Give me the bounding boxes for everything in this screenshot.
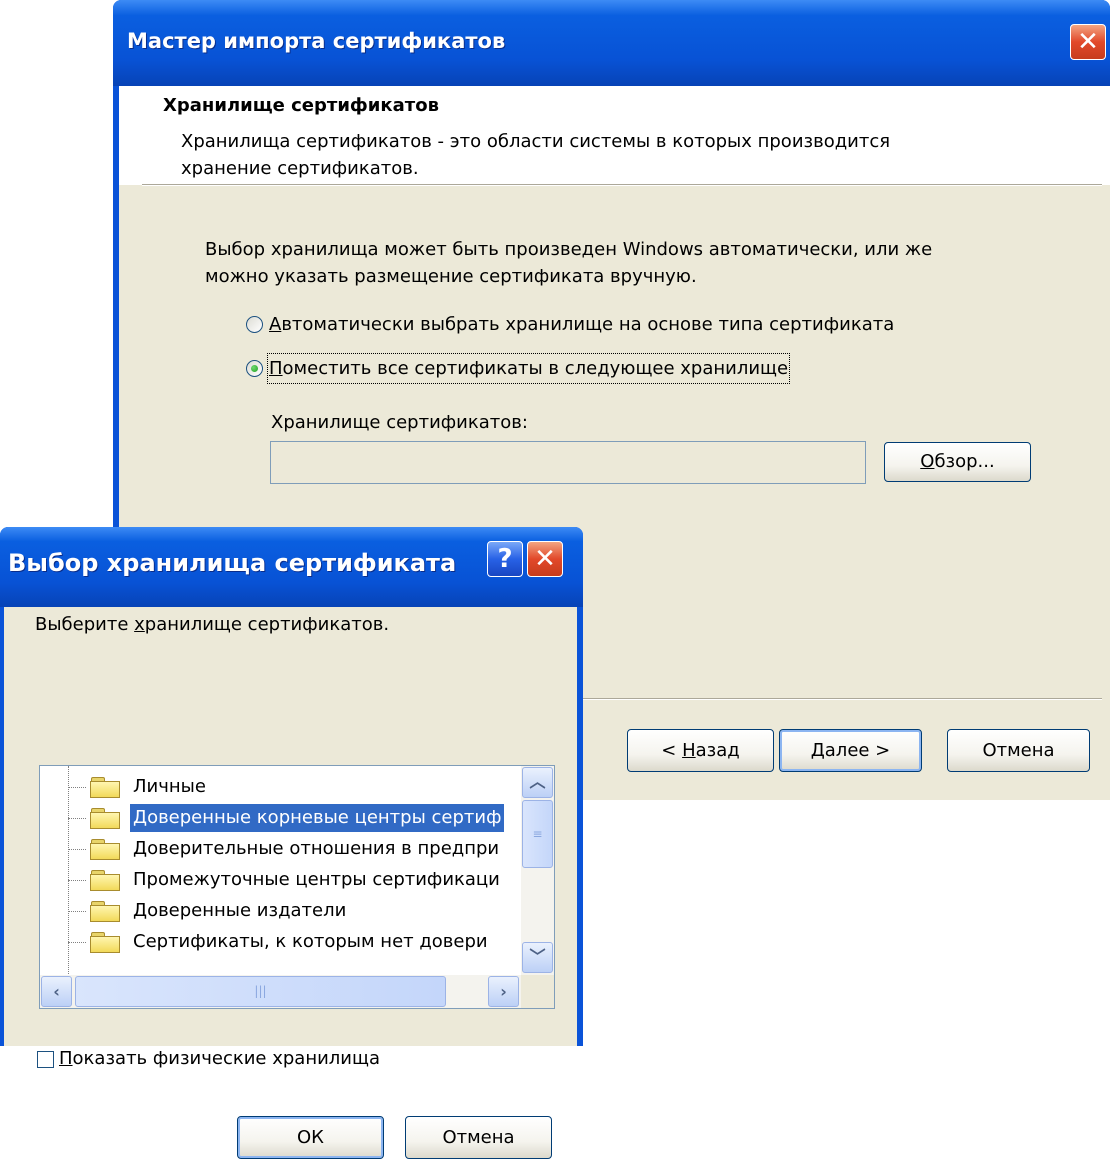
store-select-dialog: Выбор хранилища сертификата ? ✕ Выберите… bbox=[0, 527, 583, 1159]
page-description: Хранилища сертификатов - это области сис… bbox=[181, 131, 891, 152]
tree-branch bbox=[68, 911, 86, 912]
tree-item[interactable]: Промежуточные центры сертификаци bbox=[40, 866, 521, 896]
radio-auto-store-label[interactable]: Автоматически выбрать хранилище на основ… bbox=[269, 311, 894, 338]
page-title: Хранилище сертификатов bbox=[163, 95, 439, 116]
tree-item-label: Личные bbox=[133, 776, 206, 797]
tree-item[interactable]: Доверенные издатели bbox=[40, 897, 521, 927]
chevron-up-icon: ︿ bbox=[529, 772, 546, 791]
tree-branch bbox=[68, 880, 86, 881]
wizard-cancel-button[interactable]: Отмена bbox=[947, 729, 1090, 772]
chevron-left-icon: ‹ bbox=[53, 982, 60, 1001]
show-physical-checkbox[interactable] bbox=[37, 1051, 54, 1068]
scroll-right-button[interactable]: › bbox=[488, 976, 519, 1007]
tree-item[interactable]: Доверительные отношения в предпри bbox=[40, 835, 521, 865]
store-dialog-title: Выбор хранилища сертификата bbox=[8, 549, 457, 577]
store-dialog-titlebar[interactable]: Выбор хранилища сертификата ? ✕ bbox=[0, 527, 583, 607]
tree-branch bbox=[68, 787, 86, 788]
vertical-scroll-thumb[interactable]: ≡ bbox=[522, 800, 553, 868]
header-separator bbox=[142, 184, 1102, 186]
question-icon: ? bbox=[497, 544, 513, 574]
browse-button[interactable]: Обзор... bbox=[884, 442, 1031, 482]
radio-auto-store[interactable] bbox=[246, 316, 263, 333]
folder-icon bbox=[90, 932, 120, 953]
wizard-close-button[interactable]: ✕ bbox=[1070, 24, 1106, 60]
folder-icon bbox=[90, 901, 120, 922]
wizard-title: Мастер импорта сертификатов bbox=[127, 29, 506, 53]
ok-button[interactable]: ОК bbox=[237, 1116, 384, 1159]
folder-icon bbox=[90, 839, 120, 860]
tree-branch bbox=[68, 942, 86, 943]
folder-icon bbox=[90, 808, 120, 829]
scroll-left-button[interactable]: ‹ bbox=[41, 976, 72, 1007]
store-close-button[interactable]: ✕ bbox=[527, 541, 563, 577]
store-field bbox=[270, 441, 866, 484]
horizontal-scroll-thumb[interactable]: ||| bbox=[75, 976, 446, 1007]
chevron-down-icon: ﹀ bbox=[529, 947, 546, 966]
show-physical-label[interactable]: Показать физические хранилища bbox=[59, 1045, 380, 1072]
wizard-titlebar[interactable]: Мастер импорта сертификатов ✕ bbox=[113, 0, 1110, 86]
radio-manual-store-label[interactable]: Поместить все сертификаты в следующее хр… bbox=[266, 353, 791, 384]
tree-item-label: Промежуточные центры сертификаци bbox=[133, 869, 500, 890]
wizard-header: Хранилище сертификатов Хранилища сертифи… bbox=[119, 86, 1110, 185]
folder-icon bbox=[90, 777, 120, 798]
close-icon: ✕ bbox=[534, 544, 556, 574]
tree-horizontal-scrollbar[interactable]: ‹ ||| › bbox=[40, 975, 521, 1008]
folder-icon bbox=[90, 870, 120, 891]
tree-item[interactable]: Сертификаты, к которым нет довери bbox=[40, 928, 521, 958]
intro-text: Выбор хранилища может быть произведен Wi… bbox=[205, 239, 933, 260]
store-cancel-button[interactable]: Отмена bbox=[405, 1116, 552, 1159]
store-tree[interactable]: Личные Доверенные корневые центры сертиф… bbox=[39, 765, 555, 1009]
tree-branch bbox=[68, 818, 86, 819]
back-button[interactable]: < Назад bbox=[627, 729, 774, 772]
next-button[interactable]: Далее > bbox=[779, 729, 922, 772]
chevron-right-icon: › bbox=[500, 982, 507, 1001]
tree-item-label: Доверенные корневые центры сертиф bbox=[130, 804, 505, 832]
help-button[interactable]: ? bbox=[487, 541, 523, 577]
tree-item-label: Доверенные издатели bbox=[133, 900, 347, 921]
scroll-down-button[interactable]: ﹀ bbox=[522, 942, 553, 973]
radio-manual-store[interactable] bbox=[246, 360, 263, 377]
intro-text-line2: можно указать размещение сертификата вру… bbox=[205, 266, 697, 287]
store-prompt: Выберите хранилище сертификатов. bbox=[35, 614, 390, 635]
tree-item-label: Сертификаты, к которым нет довери bbox=[133, 931, 488, 952]
radio-selected-dot bbox=[251, 365, 258, 372]
tree-item-label: Доверительные отношения в предпри bbox=[133, 838, 500, 859]
tree-item-selected[interactable]: Доверенные корневые центры сертиф bbox=[40, 804, 521, 834]
scroll-up-button[interactable]: ︿ bbox=[522, 767, 553, 798]
close-icon: ✕ bbox=[1077, 27, 1099, 57]
tree-vertical-scrollbar[interactable]: ︿ ≡ ﹀ bbox=[521, 766, 554, 975]
tree-item[interactable]: Личные bbox=[40, 773, 521, 803]
tree-branch bbox=[68, 849, 86, 850]
page-description-line2: хранение сертификатов. bbox=[181, 158, 419, 179]
store-field-label: Хранилище сертификатов: bbox=[271, 412, 528, 433]
scrollbar-corner bbox=[521, 975, 554, 1008]
store-dialog-client: Выберите хранилище сертификатов. Личные … bbox=[4, 607, 577, 1159]
footer-separator bbox=[579, 698, 1102, 700]
